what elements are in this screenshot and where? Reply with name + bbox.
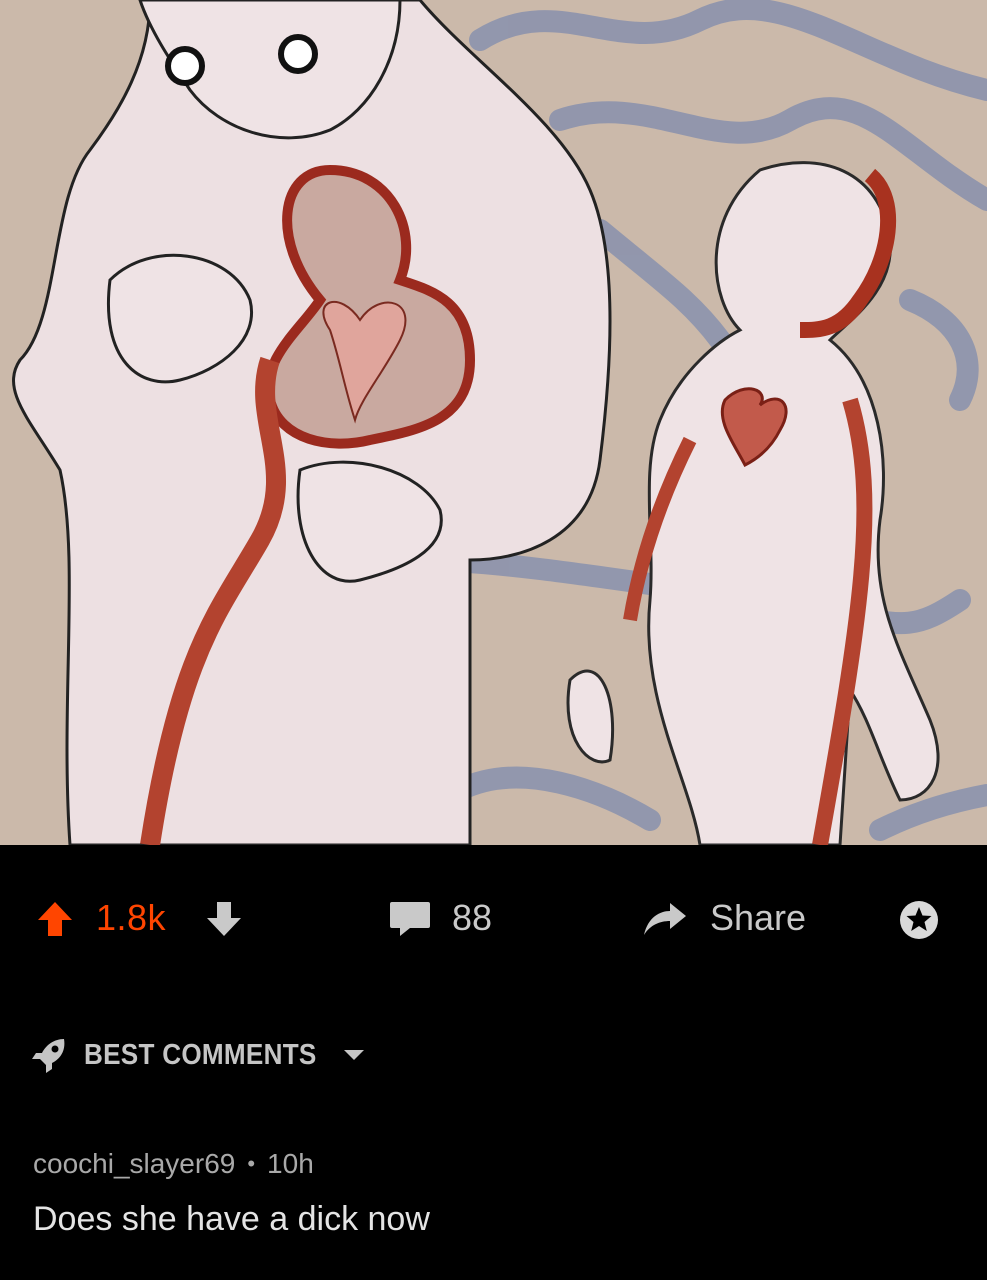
comments-button[interactable] [388, 900, 432, 943]
comment-text: Does she have a dick now [33, 1200, 430, 1238]
share-button-icon-wrap[interactable] [642, 901, 688, 942]
comment-author[interactable]: coochi_slayer69 [33, 1148, 235, 1180]
comment-bubble-icon [390, 902, 430, 936]
rocket-icon [32, 1039, 65, 1073]
comment-age: 10h [267, 1148, 314, 1179]
comment-count: 88 [452, 897, 493, 938]
upvote-button[interactable] [36, 900, 74, 938]
comment: coochi_slayer69 • 10h Does she have a di… [33, 1148, 953, 1239]
downvote-button[interactable] [205, 900, 243, 943]
award-icon [900, 901, 938, 939]
caret-down-icon [344, 1050, 365, 1060]
illustration [0, 0, 987, 845]
comment-sort-dropdown[interactable]: BEST COMMENTS [30, 1033, 366, 1077]
post-score: 1.8k [96, 897, 167, 938]
meta-separator: • [247, 1151, 256, 1176]
share-arrow-icon [644, 903, 686, 935]
sort-label: BEST COMMENTS [84, 1038, 317, 1071]
upvote-arrow-icon [38, 902, 72, 936]
award-button[interactable] [898, 899, 940, 946]
comment-meta: coochi_slayer69 • 10h [33, 1148, 953, 1180]
post-image[interactable] [0, 0, 987, 845]
downvote-arrow-icon [207, 902, 241, 936]
post-action-bar: 1.8k 88 Share [0, 880, 987, 960]
share-button[interactable]: Share [710, 897, 806, 939]
